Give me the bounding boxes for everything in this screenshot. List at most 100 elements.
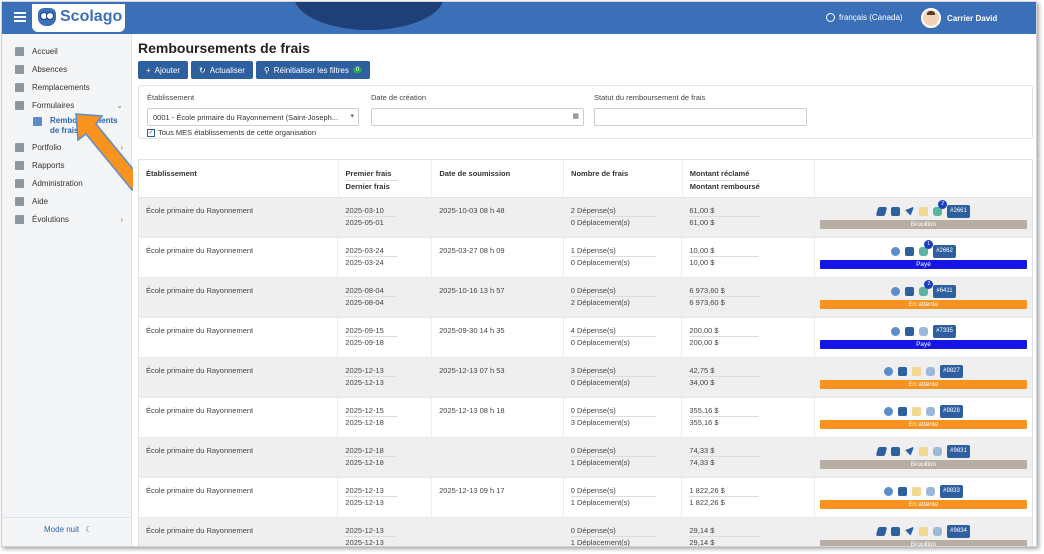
reimbursed-amount: 200,00 $: [689, 338, 719, 347]
status-select[interactable]: [594, 108, 807, 126]
refresh-button[interactable]: ↻ Actualiser: [191, 61, 253, 79]
sidebar-item-0[interactable]: Accueil: [2, 42, 131, 60]
col-first-last[interactable]: Premier frais Dernier frais: [339, 160, 433, 197]
copy-icon[interactable]: [905, 326, 915, 336]
copy-icon[interactable]: [891, 526, 901, 536]
cell-count: 0 Dépense(s) 1 Déplacement(s): [564, 478, 683, 517]
eye-icon[interactable]: [884, 486, 894, 496]
app-window: Scolago français (Canada) Carrier David …: [1, 1, 1037, 547]
table-row[interactable]: École primaire du Rayonnement 2025-09-15…: [139, 318, 1032, 358]
cell-amounts: 1 822,26 $1 822,26 $: [682, 478, 815, 517]
id-tag[interactable]: #2662: [933, 244, 956, 258]
id-tag[interactable]: #7335: [933, 324, 956, 338]
cell-submitted: 2025-12-13 08 h 18: [432, 398, 564, 437]
col-count[interactable]: Nombre de frais: [564, 160, 683, 197]
cell-actions: #7335 Payé: [815, 318, 1032, 357]
eye-icon[interactable]: [891, 286, 901, 296]
all-establishments-checkbox[interactable]: ✓ Tous MES établissements de cette organ…: [147, 128, 316, 137]
send-icon[interactable]: [905, 446, 915, 456]
table-row[interactable]: École primaire du Rayonnement 2025-12-15…: [139, 398, 1032, 438]
claimed-amount: 6 973,60 $: [689, 285, 760, 297]
edit-icon[interactable]: [875, 206, 888, 216]
sidebar-item-8[interactable]: Évolutions ›: [2, 210, 131, 228]
trip-count: 0 Déplacement(s): [570, 378, 630, 387]
trash-icon[interactable]: [919, 206, 929, 216]
add-button[interactable]: + Ajouter: [138, 61, 189, 79]
id-tag[interactable]: #9827: [940, 364, 963, 378]
col-establishment[interactable]: Établissement: [139, 160, 339, 197]
comment-icon[interactable]: [919, 326, 929, 336]
send-icon[interactable]: [905, 206, 915, 216]
table-row[interactable]: École primaire du Rayonnement 2025-12-13…: [139, 358, 1032, 398]
col-amounts[interactable]: Montant réclamé Montant remboursé: [683, 160, 816, 197]
id-tag[interactable]: #9833: [940, 484, 963, 498]
night-mode-toggle[interactable]: Mode nuit ☾: [44, 525, 92, 534]
eye-icon[interactable]: [891, 246, 901, 256]
first-fee-date: 2025-09-15: [345, 325, 398, 337]
status-label: Statut du remboursement de frais: [594, 93, 706, 102]
comment-icon[interactable]: [933, 446, 943, 456]
eye-icon[interactable]: [884, 406, 894, 416]
cell-establishment: École primaire du Rayonnement: [139, 318, 339, 357]
comment-icon[interactable]: [933, 526, 943, 536]
eye-icon[interactable]: [884, 366, 894, 376]
sidebar-item-1[interactable]: Absences: [2, 60, 131, 78]
language-selector[interactable]: français (Canada): [826, 13, 903, 22]
copy-icon[interactable]: [891, 446, 901, 456]
copy-icon[interactable]: [898, 486, 908, 496]
edit-icon[interactable]: [875, 526, 888, 536]
trash-icon[interactable]: [912, 406, 922, 416]
globe-icon: [826, 13, 835, 22]
col-last-fee: Dernier frais: [345, 182, 390, 191]
eye-icon[interactable]: [891, 326, 901, 336]
table-row[interactable]: École primaire du Rayonnement 2025-12-18…: [139, 438, 1032, 478]
copy-icon[interactable]: [905, 286, 915, 296]
trash-icon[interactable]: [919, 446, 929, 456]
expense-count: 0 Dépense(s): [570, 405, 656, 417]
sidebar-item-2[interactable]: Remplacements: [2, 78, 131, 96]
reset-filters-button[interactable]: ⚲ Réinitialiser les filtres 0: [255, 61, 371, 79]
cell-establishment: École primaire du Rayonnement: [139, 518, 339, 546]
cell-dates: 2025-12-13 2025-12-13: [338, 478, 433, 517]
cell-actions: 2 #6411 En attente: [815, 278, 1032, 317]
send-icon[interactable]: [905, 526, 915, 536]
table-row[interactable]: École primaire du Rayonnement 2025-03-10…: [139, 198, 1032, 238]
trash-icon[interactable]: [912, 486, 922, 496]
table-header: Établissement Premier frais Dernier frais…: [139, 160, 1032, 198]
reimbursed-amount: 29,14 $: [689, 538, 715, 547]
establishment-select[interactable]: 0001 - École primaire du Rayonnement (Sa…: [147, 108, 359, 126]
id-tag[interactable]: #9828: [940, 404, 963, 418]
checkbox-checked-icon: ✓: [147, 128, 155, 137]
id-tag[interactable]: #2661: [947, 204, 970, 218]
copy-icon[interactable]: [905, 246, 915, 256]
table-row[interactable]: École primaire du Rayonnement 2025-12-13…: [139, 478, 1032, 518]
trash-icon[interactable]: [912, 366, 922, 376]
comment-icon[interactable]: 1: [919, 239, 934, 256]
id-tag[interactable]: #6411: [933, 284, 956, 298]
table-row[interactable]: École primaire du Rayonnement 2025-03-24…: [139, 238, 1032, 278]
comment-icon[interactable]: [926, 366, 936, 376]
comment-icon[interactable]: [926, 406, 936, 416]
comment-icon[interactable]: 2: [919, 279, 934, 296]
id-tag[interactable]: #9831: [947, 444, 970, 458]
table-row[interactable]: École primaire du Rayonnement 2025-12-13…: [139, 518, 1032, 547]
comment-icon[interactable]: 2: [933, 199, 948, 216]
copy-icon[interactable]: [898, 406, 908, 416]
copy-icon[interactable]: [898, 366, 908, 376]
created-date-input[interactable]: ▦: [371, 108, 584, 126]
col-actions: [815, 160, 1032, 197]
comment-icon[interactable]: [926, 486, 936, 496]
cell-actions: #9834 Brouillon: [815, 518, 1032, 546]
copy-icon[interactable]: [891, 206, 901, 216]
menu-icon[interactable]: [14, 12, 26, 22]
trash-icon[interactable]: [919, 526, 929, 536]
table-row[interactable]: École primaire du Rayonnement 2025-08-04…: [139, 278, 1032, 318]
col-submitted[interactable]: Date de soumission: [432, 160, 565, 197]
logo[interactable]: Scolago: [32, 4, 125, 32]
trip-count: 0 Déplacement(s): [570, 218, 630, 227]
cell-submitted: [432, 518, 564, 546]
id-tag[interactable]: #9834: [947, 524, 970, 538]
edit-icon[interactable]: [875, 446, 888, 456]
user-menu[interactable]: Carrier David: [921, 8, 997, 28]
cell-dates: 2025-12-15 2025-12-18: [338, 398, 433, 437]
